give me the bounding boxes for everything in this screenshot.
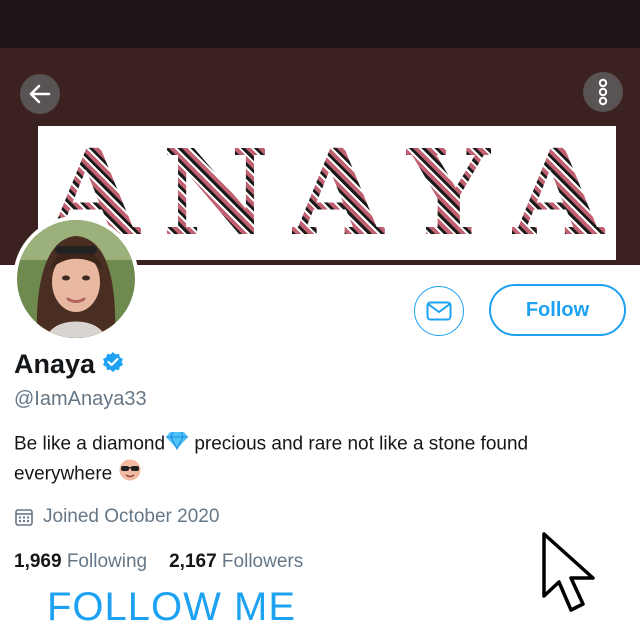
handle: @IamAnaya33 [14,388,147,410]
profile-name-row: Anaya [14,349,124,380]
banner-letter: A [292,123,386,262]
more-vertical-icon [598,78,608,106]
verified-badge-icon [102,349,124,380]
envelope-icon [426,301,452,321]
profile-photo [17,220,135,338]
followers-link[interactable]: 2,167 Followers [169,551,303,572]
follow-me-caption: FOLLOW ME [47,585,297,629]
back-button[interactable] [20,74,60,114]
sunglasses-emoji [118,459,142,490]
joined-text: Joined October 2020 [43,506,220,527]
mouse-cursor-icon [540,530,600,621]
follow-button[interactable]: Follow [489,284,626,336]
followers-count: 2,167 [169,551,217,572]
avatar[interactable] [13,216,139,342]
bio-text-part1: Be like a diamond [14,433,166,455]
following-label: Following [66,551,148,572]
diamond-emoji [165,430,189,459]
following-count: 1,969 [14,551,62,572]
follow-counts: 1,969 Following 2,167 Followers [14,551,303,573]
banner-letter: N [161,123,272,262]
bio: Be like a diamond precious and rare not … [14,430,614,490]
followers-label: Followers [221,551,304,572]
back-arrow-icon [29,84,51,104]
banner-letter: Y [405,123,493,262]
display-name: Anaya [14,349,96,379]
more-options-button[interactable] [583,72,623,112]
message-button[interactable] [414,286,464,336]
banner-letter: A [512,123,606,262]
joined-date: Joined October 2020 [14,506,219,528]
following-link[interactable]: 1,969 Following [14,551,147,572]
status-bar [0,0,640,48]
calendar-icon [15,509,33,526]
